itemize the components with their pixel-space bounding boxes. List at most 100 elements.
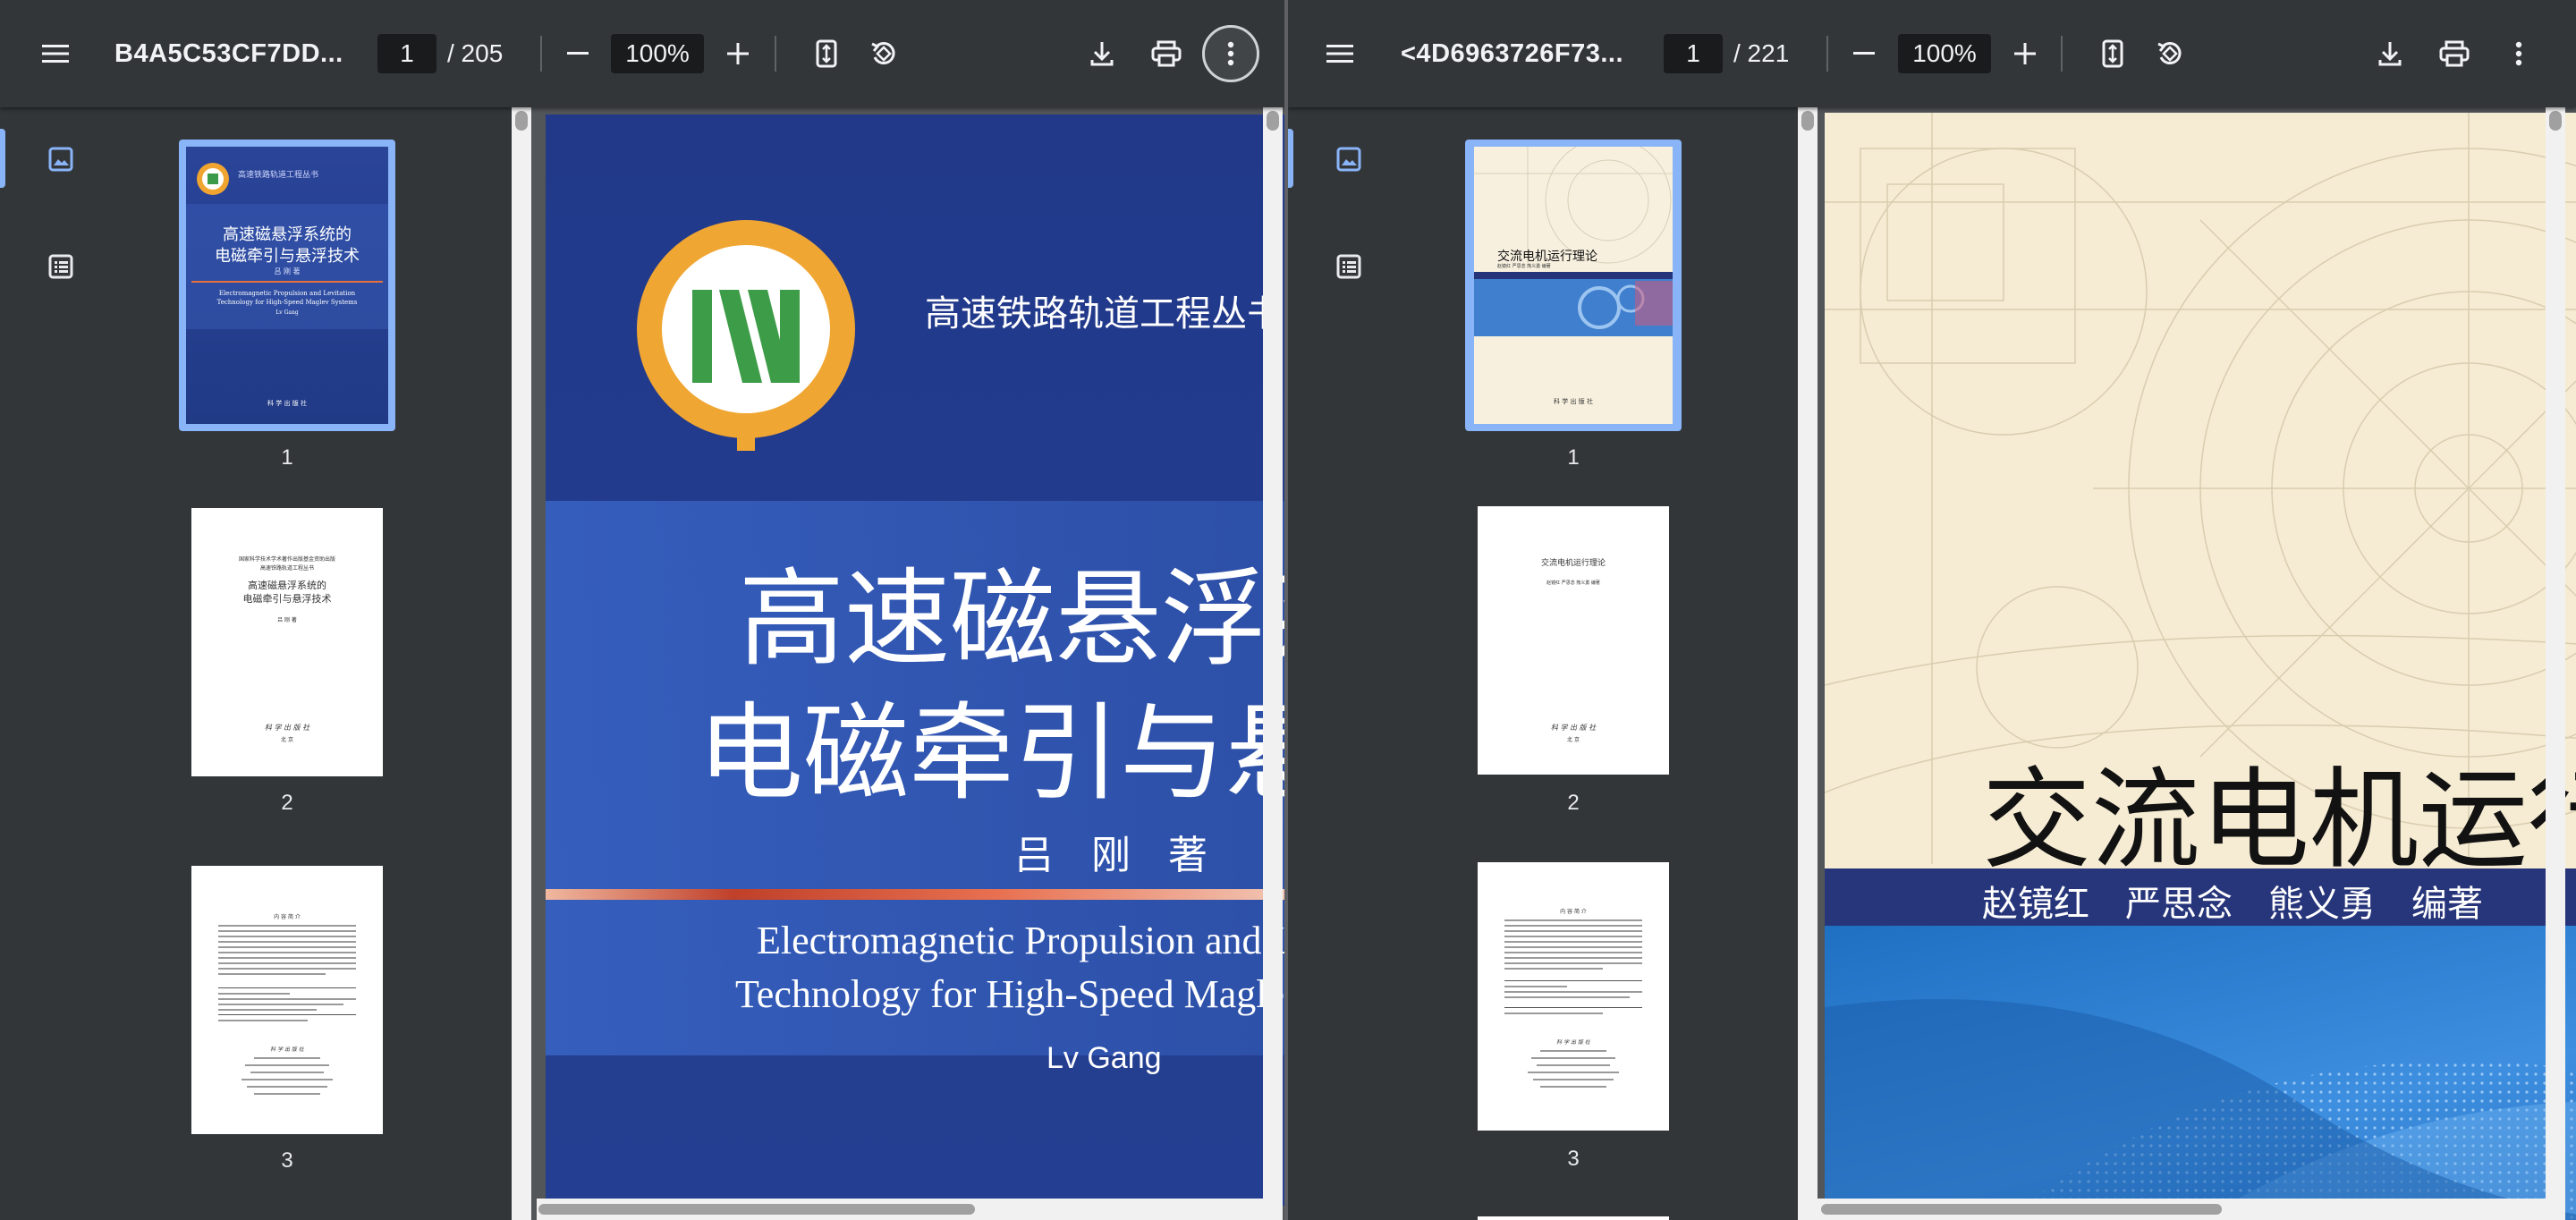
document-title: B4A5C53CF7DD... [114, 38, 343, 68]
fit-page-icon[interactable] [2084, 25, 2141, 82]
thumb-series-line: 高速铁路轨道工程丛书 [259, 565, 314, 572]
document-viewport[interactable]: 高速铁路轨道工程丛书 高速磁悬浮系统的 电磁牵引与悬浮技术 吕 刚 著 Elec… [512, 107, 1284, 1220]
thumb-title-2: 电磁牵引与悬浮技术 [242, 593, 332, 605]
toolbar: <4D6963726F73... 1 / 221 100% [1288, 0, 2576, 107]
page-thumbnail-3[interactable]: 内 容 简 介 科 学 出 版 社 3 [191, 866, 383, 1173]
sidebar-nav [1288, 107, 1410, 1220]
scrollbar-thumb[interactable] [515, 111, 528, 131]
thumb-publisher: 科 学 出 版 社 [264, 724, 310, 732]
rotate-icon[interactable] [855, 25, 912, 82]
thumb-publisher: 科 学 出 版 社 [267, 400, 307, 407]
thumb-publisher: 科 学 出 版 社 [1556, 1039, 1590, 1046]
thumb-title-2: 电磁牵引与悬浮技术 [215, 247, 360, 266]
thumb-city: 北 京 [281, 737, 293, 743]
plus-icon[interactable] [1996, 25, 2054, 82]
thumb-authors: 赵镜红 严思念 熊义勇 编著 [1497, 264, 1551, 269]
page-thumbnail-2[interactable]: 国家科学技术学术著作出版基金资助出版 高速铁路轨道工程丛书 高速磁悬浮系统的 电… [191, 508, 383, 815]
left-scroll-rail [512, 107, 531, 1220]
right-scroll-rail [1263, 107, 1283, 1220]
page-thumbnail-2[interactable]: 交流电机运行理论 赵镜红 严思念 熊义勇 编著 科 学 出 版 社 北 京 2 [1478, 506, 1669, 815]
plus-icon[interactable] [709, 25, 767, 82]
cover-artwork [1825, 113, 2576, 1220]
thumb-title-1: 高速磁悬浮系统的 [223, 225, 352, 244]
zoom-level-input[interactable]: 100% [611, 34, 704, 73]
hamburger-menu-icon[interactable] [1311, 25, 1368, 82]
thumbnail-view-icon[interactable] [1320, 131, 1377, 188]
hamburger-menu-icon[interactable] [27, 25, 84, 82]
download-icon[interactable] [2361, 25, 2419, 82]
document-outline-icon[interactable] [32, 238, 89, 295]
thumb-title-1: 高速磁悬浮系统的 [248, 580, 326, 591]
toolbar-divider [775, 36, 776, 72]
pdf-page-1: 高速铁路轨道工程丛书 高速磁悬浮系统的 电磁牵引与悬浮技术 吕 刚 著 Elec… [546, 114, 1284, 1206]
thumbnail-cover-art [1474, 147, 1673, 336]
toolbar: B4A5C53CF7DD... 1 / 205 100% [0, 0, 1284, 107]
thumb-fund-line: 国家科学技术学术著作出版基金资助出版 [238, 556, 335, 563]
horizontal-scroll-rail [537, 1199, 1263, 1220]
cover-title: 交流电机运行理论 [1982, 757, 2576, 884]
sidebar-nav [0, 107, 122, 1220]
page-thumbnail-1[interactable]: 交流电机运行理论 赵镜红 严思念 熊义勇 编著 科 学 出 版 社 1 [1465, 140, 1682, 470]
page-thumbnail-1[interactable]: 高速铁路轨道工程丛书 高速磁悬浮系统的 电磁牵引与悬浮技术 吕 刚 著 Elec… [179, 140, 395, 470]
thumb-title: 交流电机运行理论 [1540, 559, 1606, 568]
thumbnail-sidebar: 交流电机运行理论 赵镜红 严思念 熊义勇 编著 科 学 出 版 社 1 交流电机… [1288, 107, 1798, 1220]
active-indicator [1288, 129, 1293, 188]
page-thumbnail-3[interactable]: 内 容 简 介 科 学 出 版 社 3 [1478, 862, 1669, 1171]
zoom-level-input[interactable]: 100% [1898, 34, 1991, 73]
thumbnail-page-number: 2 [281, 791, 293, 815]
page-total: / 221 [1733, 39, 1790, 67]
toolbar-divider [1826, 36, 1828, 72]
minus-icon[interactable] [1835, 25, 1893, 82]
vertical-scrollbar-thumb[interactable] [1267, 111, 1279, 131]
print-icon[interactable] [1138, 25, 1195, 82]
document-viewport[interactable]: 交流电机运行理论 赵镜红 严思念 熊义勇 编著 [1798, 107, 2576, 1220]
thumbnail-sidebar: 高速铁路轨道工程丛书 高速磁悬浮系统的 电磁牵引与悬浮技术 吕 刚 著 Elec… [0, 107, 512, 1220]
toolbar-divider [2061, 36, 2063, 72]
horizontal-scrollbar-thumb[interactable] [1821, 1204, 2222, 1215]
thumbnail-view-icon[interactable] [32, 131, 89, 188]
thumbnail-cover-art [186, 147, 388, 424]
fit-page-icon[interactable] [798, 25, 855, 82]
thumbnail-page-number: 2 [1567, 791, 1580, 815]
thumb-authors: 赵镜红 严思念 熊义勇 编著 [1546, 580, 1600, 586]
thumb-en-1: Electromagnetic Propulsion and Levitatio… [218, 290, 356, 297]
horizontal-scroll-rail [1818, 1199, 2546, 1220]
thumb-en-author: Lv Gang [275, 309, 299, 316]
print-icon[interactable] [2426, 25, 2483, 82]
page-thumbnail-4-partial[interactable] [1478, 1216, 1669, 1220]
rotate-icon[interactable] [2141, 25, 2199, 82]
minus-icon[interactable] [549, 25, 606, 82]
thumb-publisher: 科 学 出 版 社 [1554, 398, 1593, 405]
thumbnail-page: 国家科学技术学术著作出版基金资助出版 高速铁路轨道工程丛书 高速磁悬浮系统的 电… [191, 508, 383, 776]
pdf-viewer-right: <4D6963726F73... 1 / 221 100% 交流电机运行理论 赵… [1288, 0, 2576, 1220]
scrollbar-thumb[interactable] [1801, 111, 1814, 131]
cover-english-author: Lv Gang [1046, 1041, 1162, 1075]
right-scroll-rail [2546, 107, 2565, 1220]
thumbnail-page-number: 3 [1567, 1147, 1580, 1171]
toolbar-divider [540, 36, 542, 72]
page-total: / 205 [447, 39, 504, 67]
cover-title-line-2: 电磁牵引与悬浮技术 [698, 691, 1284, 815]
thumb-series: 高速铁路轨道工程丛书 [238, 171, 319, 180]
horizontal-scrollbar-thumb[interactable] [538, 1204, 975, 1215]
thumbnail-page: 交流电机运行理论 赵镜红 严思念 熊义勇 编著 科 学 出 版 社 北 京 [1478, 506, 1669, 775]
page-number-input[interactable]: 1 [1664, 34, 1723, 73]
thumbnail-page: 交流电机运行理论 赵镜红 严思念 熊义勇 编著 科 学 出 版 社 [1474, 147, 1673, 424]
thumb-title: 交流电机运行理论 [1497, 250, 1597, 264]
thumbnail-page: 高速铁路轨道工程丛书 高速磁悬浮系统的 电磁牵引与悬浮技术 吕 刚 著 Elec… [186, 147, 388, 424]
thumb-author: 吕 刚 著 [277, 617, 297, 623]
download-icon[interactable] [1073, 25, 1131, 82]
vertical-scrollbar-thumb[interactable] [2549, 111, 2562, 131]
thumbnail-page: 内 容 简 介 科 学 出 版 社 [1478, 862, 1669, 1131]
document-outline-icon[interactable] [1320, 238, 1377, 295]
left-scroll-rail [1798, 107, 1818, 1220]
more-vert-icon[interactable] [2490, 25, 2547, 82]
cover-title-line-1: 高速磁悬浮系统的 [739, 557, 1284, 681]
more-vert-icon[interactable] [1202, 25, 1259, 82]
active-indicator [0, 129, 5, 188]
cover-english-title-2: Technology for High-Speed Maglev Systems [735, 972, 1284, 1016]
thumbnail-page-number: 1 [1567, 445, 1580, 470]
page-number-input[interactable]: 1 [377, 34, 436, 73]
thumb-en-2: Technology for High-Speed Maglev Systems [216, 299, 358, 306]
thumb-city: 北 京 [1567, 737, 1580, 743]
